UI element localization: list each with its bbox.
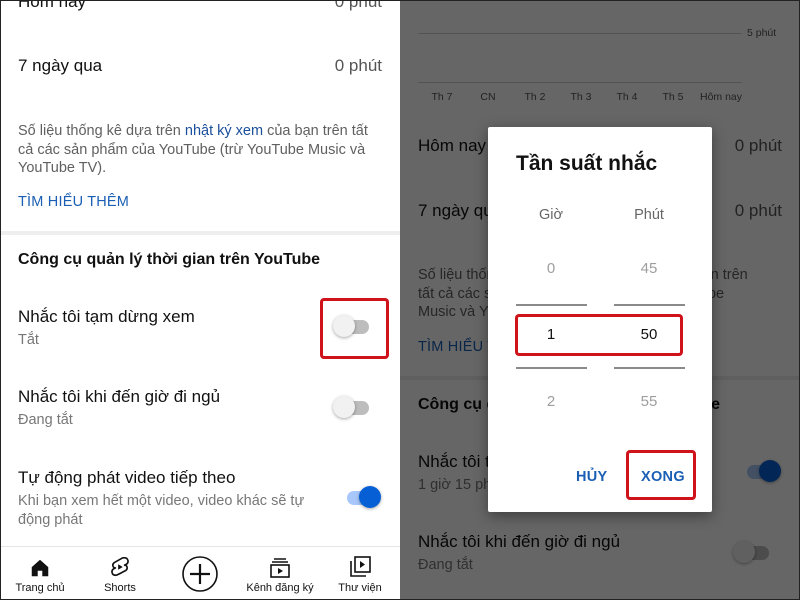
- highlight-box-toggle: [320, 298, 389, 359]
- setting-title: Tự động phát video tiếp theo: [18, 468, 236, 487]
- autoplay-toggle[interactable]: [341, 485, 381, 509]
- setting-take-a-break[interactable]: Nhắc tôi tạm dừng xem Tắt: [18, 307, 318, 350]
- setting-subtitle: Tắt: [18, 332, 39, 348]
- nav-subscriptions[interactable]: Kênh đăng ký: [240, 547, 320, 600]
- note-text: Số liệu thống kê dựa trên: [18, 123, 185, 139]
- toggle-thumb: [333, 396, 355, 418]
- settings-screen-left: Hôm nay 0 phút 7 ngày qua 0 phút Số liệu…: [0, 0, 400, 600]
- bedtime-reminder-toggle[interactable]: [333, 395, 373, 419]
- minute-option-next[interactable]: 55: [614, 393, 684, 410]
- shorts-icon: [111, 557, 129, 577]
- setting-bedtime-reminder[interactable]: Nhắc tôi khi đến giờ đi ngủ Đang tắt: [18, 387, 318, 430]
- stats-note: Số liệu thống kê dựa trên nhật ký xem củ…: [18, 122, 378, 178]
- stat-row-today: Hôm nay 0 phút: [18, 0, 382, 12]
- hour-picker-line: [516, 304, 587, 306]
- nav-home[interactable]: Trang chủ: [0, 547, 80, 600]
- bottom-navigation: Trang chủ Shorts Kênh đăng ký Thư viện: [0, 546, 400, 600]
- setting-title: Nhắc tôi khi đến giờ đi ngủ: [18, 387, 221, 406]
- dialog-title: Tần suất nhắc: [516, 152, 658, 175]
- learn-more-link[interactable]: TÌM HIỂU THÊM: [18, 194, 129, 210]
- minute-column-label: Phút: [634, 207, 664, 223]
- stat-label: Hôm nay: [18, 0, 87, 11]
- watch-history-link[interactable]: nhật ký xem: [185, 123, 263, 139]
- nav-create[interactable]: [160, 547, 240, 600]
- stat-label: 7 ngày qua: [18, 56, 103, 75]
- highlight-box-done: [626, 450, 696, 500]
- stat-row-7-days: 7 ngày qua 0 phút: [18, 56, 382, 76]
- setting-subtitle: Đang tắt: [18, 412, 73, 428]
- setting-subtitle: Khi bạn xem hết một video, video khác sẽ…: [18, 493, 305, 528]
- hour-option-next[interactable]: 2: [516, 393, 586, 410]
- home-icon: [31, 559, 49, 577]
- toggle-thumb: [359, 486, 381, 508]
- nav-label: Kênh đăng ký: [246, 582, 314, 594]
- hour-column-label: Giờ: [538, 207, 563, 223]
- subscriptions-icon: [270, 558, 290, 578]
- library-icon: [350, 556, 371, 577]
- minute-picker-line: [614, 367, 685, 369]
- minute-option-prev[interactable]: 45: [614, 260, 684, 277]
- setting-title: Nhắc tôi tạm dừng xem: [18, 307, 195, 326]
- nav-label: Thư viện: [338, 582, 382, 594]
- stat-value: 0 phút: [334, 56, 382, 75]
- hour-picker-line: [516, 367, 587, 369]
- setting-autoplay[interactable]: Tự động phát video tiếp theo Khi bạn xem…: [18, 468, 318, 530]
- section-title: Công cụ quản lý thời gian trên YouTube: [18, 251, 321, 268]
- nav-shorts[interactable]: Shorts: [80, 547, 160, 600]
- stat-value: 0 phút: [334, 0, 382, 11]
- nav-library[interactable]: Thư viện: [320, 547, 400, 600]
- nav-label: Shorts: [104, 582, 136, 594]
- reminder-frequency-dialog: Tần suất nhắc Giờ Phút 0 45 1 50 2 55 HỦ…: [488, 127, 712, 512]
- cancel-button[interactable]: HỦY: [576, 469, 608, 485]
- nav-label: Trang chủ: [15, 582, 65, 594]
- section-divider: [0, 231, 400, 235]
- minute-picker-line: [614, 304, 685, 306]
- highlight-box-picker: [515, 314, 683, 356]
- create-plus-icon: [182, 555, 218, 592]
- hour-option-prev[interactable]: 0: [516, 260, 586, 277]
